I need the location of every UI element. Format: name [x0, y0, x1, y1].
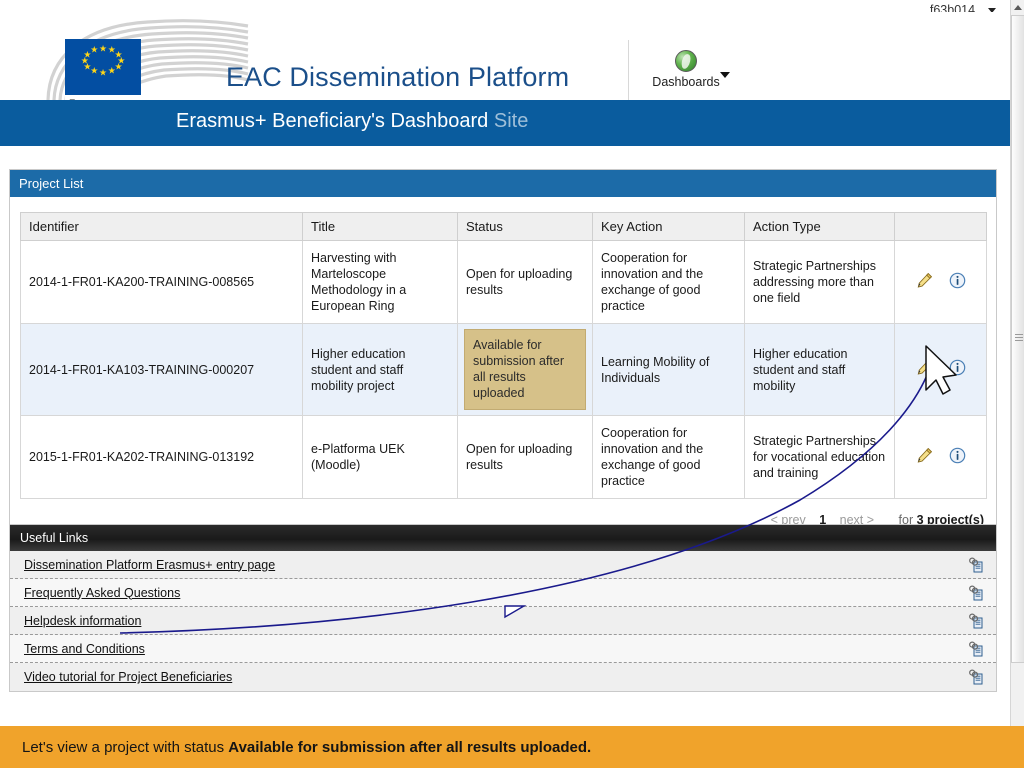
caption-text: Let's view a project with status Availab…: [22, 739, 591, 756]
cell-identifier: 2014-1-FR01-KA200-TRAINING-008565: [20, 240, 303, 324]
list-item[interactable]: Frequently Asked Questions: [10, 579, 996, 607]
cell-status: Open for uploading results: [457, 240, 593, 324]
table-row[interactable]: 2014-1-FR01-KA200-TRAINING-008565 Harves…: [20, 240, 987, 324]
eu-flag-icon: ★ ★ ★ ★ ★ ★ ★ ★ ★ ★ ★ ★: [65, 39, 141, 95]
cell-identifier: 2014-1-FR01-KA103-TRAINING-000207: [20, 323, 303, 416]
cell-action-type: Higher education student and staff mobil…: [744, 323, 895, 416]
useful-link-2[interactable]: Helpdesk information: [24, 614, 141, 628]
cell-action-type: Strategic Partnerships for vocational ed…: [744, 415, 895, 499]
table-row[interactable]: 2015-1-FR01-KA202-TRAINING-013192 e-Plat…: [20, 415, 987, 499]
caption-bar: Let's view a project with status Availab…: [0, 726, 1024, 768]
useful-link-3[interactable]: Terms and Conditions: [24, 642, 145, 656]
ec-logo-line1: European: [69, 98, 137, 100]
table-row[interactable]: 2014-1-FR01-KA103-TRAINING-000207 Higher…: [20, 323, 987, 416]
useful-link-4[interactable]: Video tutorial for Project Beneficiaries: [24, 670, 232, 684]
scroll-up-arrow-icon[interactable]: [1011, 0, 1024, 14]
site-suffix: Site: [493, 110, 529, 132]
scrollbar-grip-icon: [1015, 334, 1023, 341]
nav-divider: [628, 40, 629, 100]
cell-actions: [894, 415, 987, 499]
column-header-action-type[interactable]: Action Type: [744, 212, 895, 241]
application-window: f63b014 . ★ ★ ★ ★ ★ ★ ★ ★ ★ ★ ★ ★ EAC Di…: [0, 0, 1024, 768]
list-item[interactable]: Dissemination Platform Erasmus+ entry pa…: [10, 551, 996, 579]
pencil-icon[interactable]: [915, 358, 934, 381]
cell-actions: [894, 323, 987, 416]
list-item[interactable]: Terms and Conditions: [10, 635, 996, 663]
ec-logo-caption: European Commission: [65, 95, 141, 100]
cell-key-action: Learning Mobility of Individuals: [592, 323, 745, 416]
nav-dashboards-label: Dashboards: [652, 75, 720, 89]
chevron-down-icon[interactable]: [720, 72, 730, 78]
site-title: Erasmus+ Beneficiary's Dashboard: [176, 110, 489, 132]
useful-link-0[interactable]: Dissemination Platform Erasmus+ entry pa…: [24, 558, 275, 572]
external-link-icon[interactable]: [968, 612, 984, 629]
scrollbar-thumb[interactable]: [1011, 15, 1024, 663]
external-link-icon[interactable]: [968, 669, 984, 685]
main-content: Project List Identifier Title Status Key…: [0, 146, 1010, 726]
column-header-key-action[interactable]: Key Action: [592, 212, 745, 241]
cell-key-action: Cooperation for innovation and the excha…: [592, 415, 745, 499]
cell-status: Available for submission after all resul…: [457, 323, 593, 416]
column-header-status[interactable]: Status: [457, 212, 593, 241]
table-header-row: Identifier Title Status Key Action Actio…: [20, 212, 987, 241]
project-table: Identifier Title Status Key Action Actio…: [20, 212, 987, 499]
caption-prefix: Let's view a project with status: [22, 738, 229, 756]
useful-links-title: Useful Links: [20, 531, 89, 545]
globe-icon: [675, 50, 697, 72]
pencil-icon[interactable]: [915, 271, 934, 294]
caption-emphasis: Available for submission after all resul…: [228, 738, 592, 756]
nav-dashboards[interactable]: Dashboards: [646, 50, 730, 89]
cell-status: Open for uploading results: [457, 415, 593, 499]
column-header-identifier[interactable]: Identifier: [20, 212, 303, 241]
external-link-icon[interactable]: [968, 584, 984, 601]
info-icon[interactable]: [949, 447, 966, 468]
site-banner: Erasmus+ Beneficiary's Dashboard Site: [0, 100, 1010, 146]
useful-link-1[interactable]: Frequently Asked Questions: [24, 586, 180, 600]
cell-key-action: Cooperation for innovation and the excha…: [592, 240, 745, 324]
useful-links-header: Useful Links: [10, 525, 996, 551]
cell-identifier: 2015-1-FR01-KA202-TRAINING-013192: [20, 415, 303, 499]
info-icon[interactable]: [949, 272, 966, 293]
column-header-title[interactable]: Title: [302, 212, 458, 241]
project-list-title: Project List: [19, 176, 84, 191]
cell-title: Higher education student and staff mobil…: [302, 323, 458, 416]
pencil-icon[interactable]: [915, 446, 934, 469]
column-header-actions: [894, 212, 987, 241]
vertical-scrollbar[interactable]: [1010, 0, 1024, 726]
list-item[interactable]: Video tutorial for Project Beneficiaries: [10, 663, 996, 691]
useful-links-panel: Useful Links Dissemination Platform Eras…: [9, 524, 997, 692]
project-list-panel: Project List Identifier Title Status Key…: [9, 169, 997, 544]
list-item[interactable]: Helpdesk information: [10, 607, 996, 635]
external-link-icon[interactable]: [968, 556, 984, 573]
application-title: EAC Dissemination Platform: [226, 62, 570, 92]
cell-actions: [894, 240, 987, 324]
ec-branding-header: ★ ★ ★ ★ ★ ★ ★ ★ ★ ★ ★ ★ European Commiss…: [0, 12, 1010, 100]
site-banner-text: Erasmus+ Beneficiary's Dashboard Site: [176, 110, 528, 133]
status-badge: Available for submission after all resul…: [464, 329, 586, 410]
european-commission-logo: ★ ★ ★ ★ ★ ★ ★ ★ ★ ★ ★ ★ European Commiss…: [65, 39, 141, 100]
project-list-body: Identifier Title Status Key Action Actio…: [10, 197, 996, 543]
cell-title: Harvesting with Marteloscope Methodology…: [302, 240, 458, 324]
info-icon[interactable]: [949, 359, 966, 380]
external-link-icon[interactable]: [968, 640, 984, 657]
project-list-header: Project List: [10, 170, 996, 197]
cell-action-type: Strategic Partnerships addressing more t…: [744, 240, 895, 324]
cell-title: e-Platforma UEK (Moodle): [302, 415, 458, 499]
